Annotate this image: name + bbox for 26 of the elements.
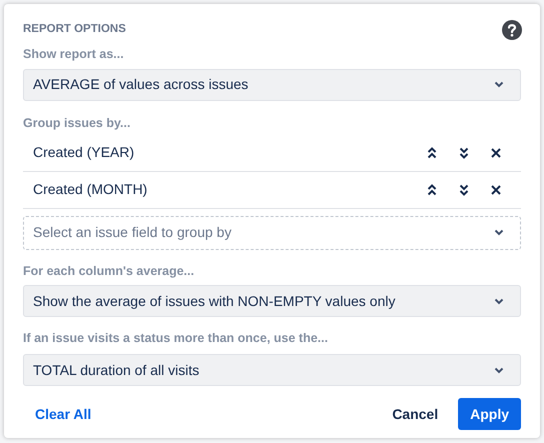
double-chevron-up-icon[interactable]: [427, 146, 437, 158]
close-icon[interactable]: [491, 184, 501, 194]
close-icon[interactable]: [491, 148, 501, 158]
select-field[interactable]: TOTAL duration of all visits: [23, 354, 521, 386]
chevron-down-icon: [494, 298, 504, 305]
field-label: For each column's average...: [23, 262, 196, 280]
select-field[interactable]: AVERAGE of values across issues: [23, 68, 521, 101]
dialog-title: REPORT OPTIONS: [23, 22, 126, 38]
group-field-input[interactable]: Select an issue field to group by: [33, 222, 433, 243]
chevron-down-icon: [494, 229, 504, 236]
double-chevron-up-icon[interactable]: [427, 184, 437, 196]
field-label: If an issue visits a status more than once, use the...: [23, 330, 329, 348]
field-label: Group issues by...: [23, 114, 132, 132]
field-label: Show report as...: [23, 46, 125, 63]
clear-all-link[interactable]: Clear All: [23, 398, 104, 430]
help-icon[interactable]: [502, 20, 522, 40]
group-field-select[interactable]: Select an issue field to group by: [23, 216, 521, 250]
double-chevron-down-icon[interactable]: [459, 146, 469, 158]
select-field[interactable]: Show the average of issues with NON-EMPTY values only: [23, 285, 521, 318]
chevron-down-icon: [494, 81, 504, 88]
chevron-down-icon: [494, 366, 504, 374]
double-chevron-down-icon[interactable]: [459, 184, 469, 196]
group-field-label: Created (YEAR): [33, 143, 134, 162]
group-field-label: Created (MONTH): [33, 180, 148, 199]
apply-button[interactable]: Apply: [458, 398, 521, 430]
cancel-button[interactable]: Cancel: [380, 398, 450, 430]
